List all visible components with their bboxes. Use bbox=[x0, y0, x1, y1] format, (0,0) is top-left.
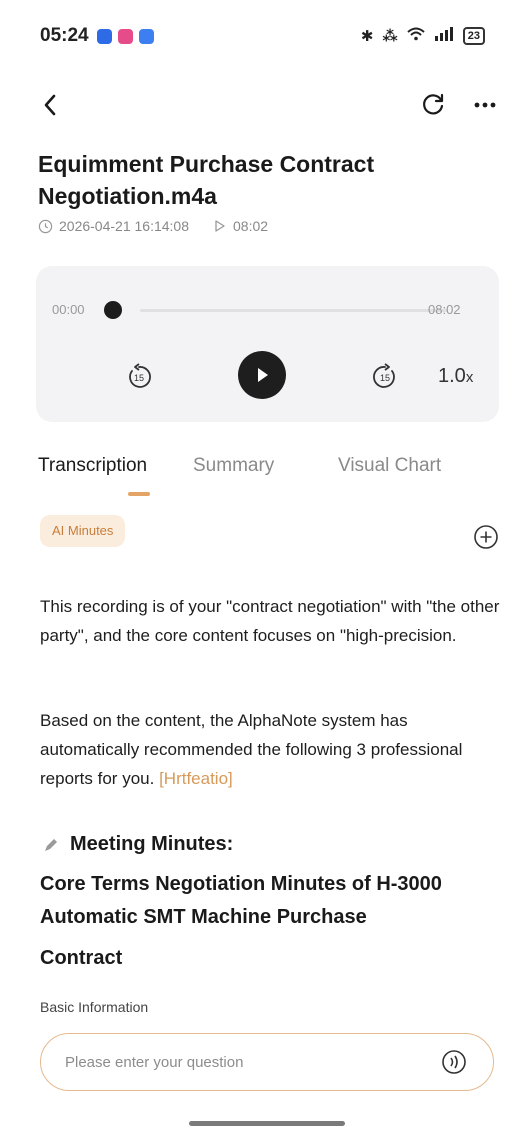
speed-suffix: x bbox=[465, 369, 474, 386]
speed-value: 1.0 bbox=[438, 365, 466, 387]
back-button[interactable] bbox=[36, 90, 66, 120]
play-button[interactable] bbox=[238, 351, 286, 399]
pencil-icon bbox=[45, 838, 57, 851]
status-bar: 05:24 ✱ ⁂ 23 bbox=[0, 0, 515, 72]
refresh-button[interactable] bbox=[418, 90, 448, 120]
status-time: 05:24 bbox=[40, 25, 89, 46]
tab-visual-chart[interactable]: Visual Chart bbox=[338, 455, 441, 477]
more-options-button[interactable] bbox=[470, 90, 500, 120]
current-time: 00:00 bbox=[52, 302, 85, 317]
minutes-title-text: Core Terms Negotiation Minutes of H-3000… bbox=[40, 873, 442, 928]
progress-track[interactable] bbox=[140, 309, 448, 312]
recording-title: Equimment Purchase Contract Negotiation.… bbox=[38, 151, 375, 209]
active-tab-indicator bbox=[128, 492, 150, 496]
battery-icon: 23 bbox=[462, 27, 485, 45]
play-outline-icon bbox=[215, 220, 225, 232]
svg-text:15: 15 bbox=[380, 373, 390, 383]
status-left: 05:24 bbox=[40, 25, 154, 47]
meeting-minutes-label: Meeting Minutes: bbox=[70, 833, 234, 855]
play-icon bbox=[258, 368, 268, 382]
minutes-title: Core Terms Negotiation Minutes of H-3000… bbox=[40, 868, 490, 975]
svg-text:15: 15 bbox=[134, 373, 144, 383]
refresh-icon bbox=[423, 93, 444, 115]
recording-meta: 2026-04-21 16:14:08 08:02 bbox=[38, 218, 268, 234]
meeting-minutes-heading: Meeting Minutes: bbox=[42, 833, 233, 856]
add-button[interactable] bbox=[472, 523, 500, 551]
app-notification-icon bbox=[96, 28, 112, 44]
plus-circle-icon bbox=[474, 525, 498, 549]
app-notification-icon bbox=[117, 28, 133, 44]
audio-player: 00:00 08:02 15 15 1.0x bbox=[36, 266, 499, 422]
total-time: 08:02 bbox=[428, 302, 461, 317]
skip-forward-button[interactable]: 15 bbox=[370, 362, 400, 392]
tab-transcription[interactable]: Transcription bbox=[38, 455, 147, 477]
rewind-15-icon: 15 bbox=[129, 363, 151, 388]
tab-summary[interactable]: Summary bbox=[193, 455, 274, 477]
wifi-icon bbox=[407, 27, 425, 45]
question-box bbox=[40, 1033, 494, 1091]
skip-back-button[interactable]: 15 bbox=[124, 362, 154, 392]
basic-information-label: Basic Information bbox=[40, 999, 149, 1015]
voice-input-button[interactable] bbox=[439, 1047, 469, 1077]
recommend-paragraph: Based on the content, the AlphaNote syst… bbox=[40, 706, 500, 793]
ai-minutes-chip[interactable]: AI Minutes bbox=[40, 515, 126, 547]
home-indicator[interactable] bbox=[189, 1121, 345, 1126]
chevron-left-icon bbox=[44, 94, 56, 116]
more-dots-icon bbox=[474, 102, 496, 108]
network-icon: ⁂ bbox=[382, 28, 398, 45]
signal-icon bbox=[434, 27, 454, 45]
clock-icon bbox=[38, 219, 53, 233]
playback-speed-button[interactable]: 1.0x bbox=[438, 365, 473, 388]
forward-15-icon: 15 bbox=[373, 363, 395, 388]
question-input[interactable] bbox=[65, 1050, 425, 1074]
voice-icon bbox=[442, 1050, 466, 1074]
content-tabs: Transcription Summary Visual Chart bbox=[38, 455, 478, 499]
progress-knob[interactable] bbox=[104, 301, 122, 319]
intro-paragraph: This recording is of your "contract nego… bbox=[40, 597, 500, 645]
recording-datetime: 2026-04-21 16:14:08 bbox=[59, 218, 189, 234]
top-nav bbox=[0, 82, 515, 130]
app-notification-icon bbox=[138, 28, 154, 44]
minutes-title-last: Contract bbox=[40, 947, 123, 969]
recommend-text: Based on the content, the AlphaNote syst… bbox=[40, 711, 463, 788]
recording-duration: 08:02 bbox=[233, 218, 269, 234]
recommend-link[interactable]: [Hrtfeatio] bbox=[159, 769, 233, 788]
status-right: ✱ ⁂ 23 bbox=[361, 27, 485, 45]
bluetooth-icon: ✱ bbox=[360, 28, 374, 45]
